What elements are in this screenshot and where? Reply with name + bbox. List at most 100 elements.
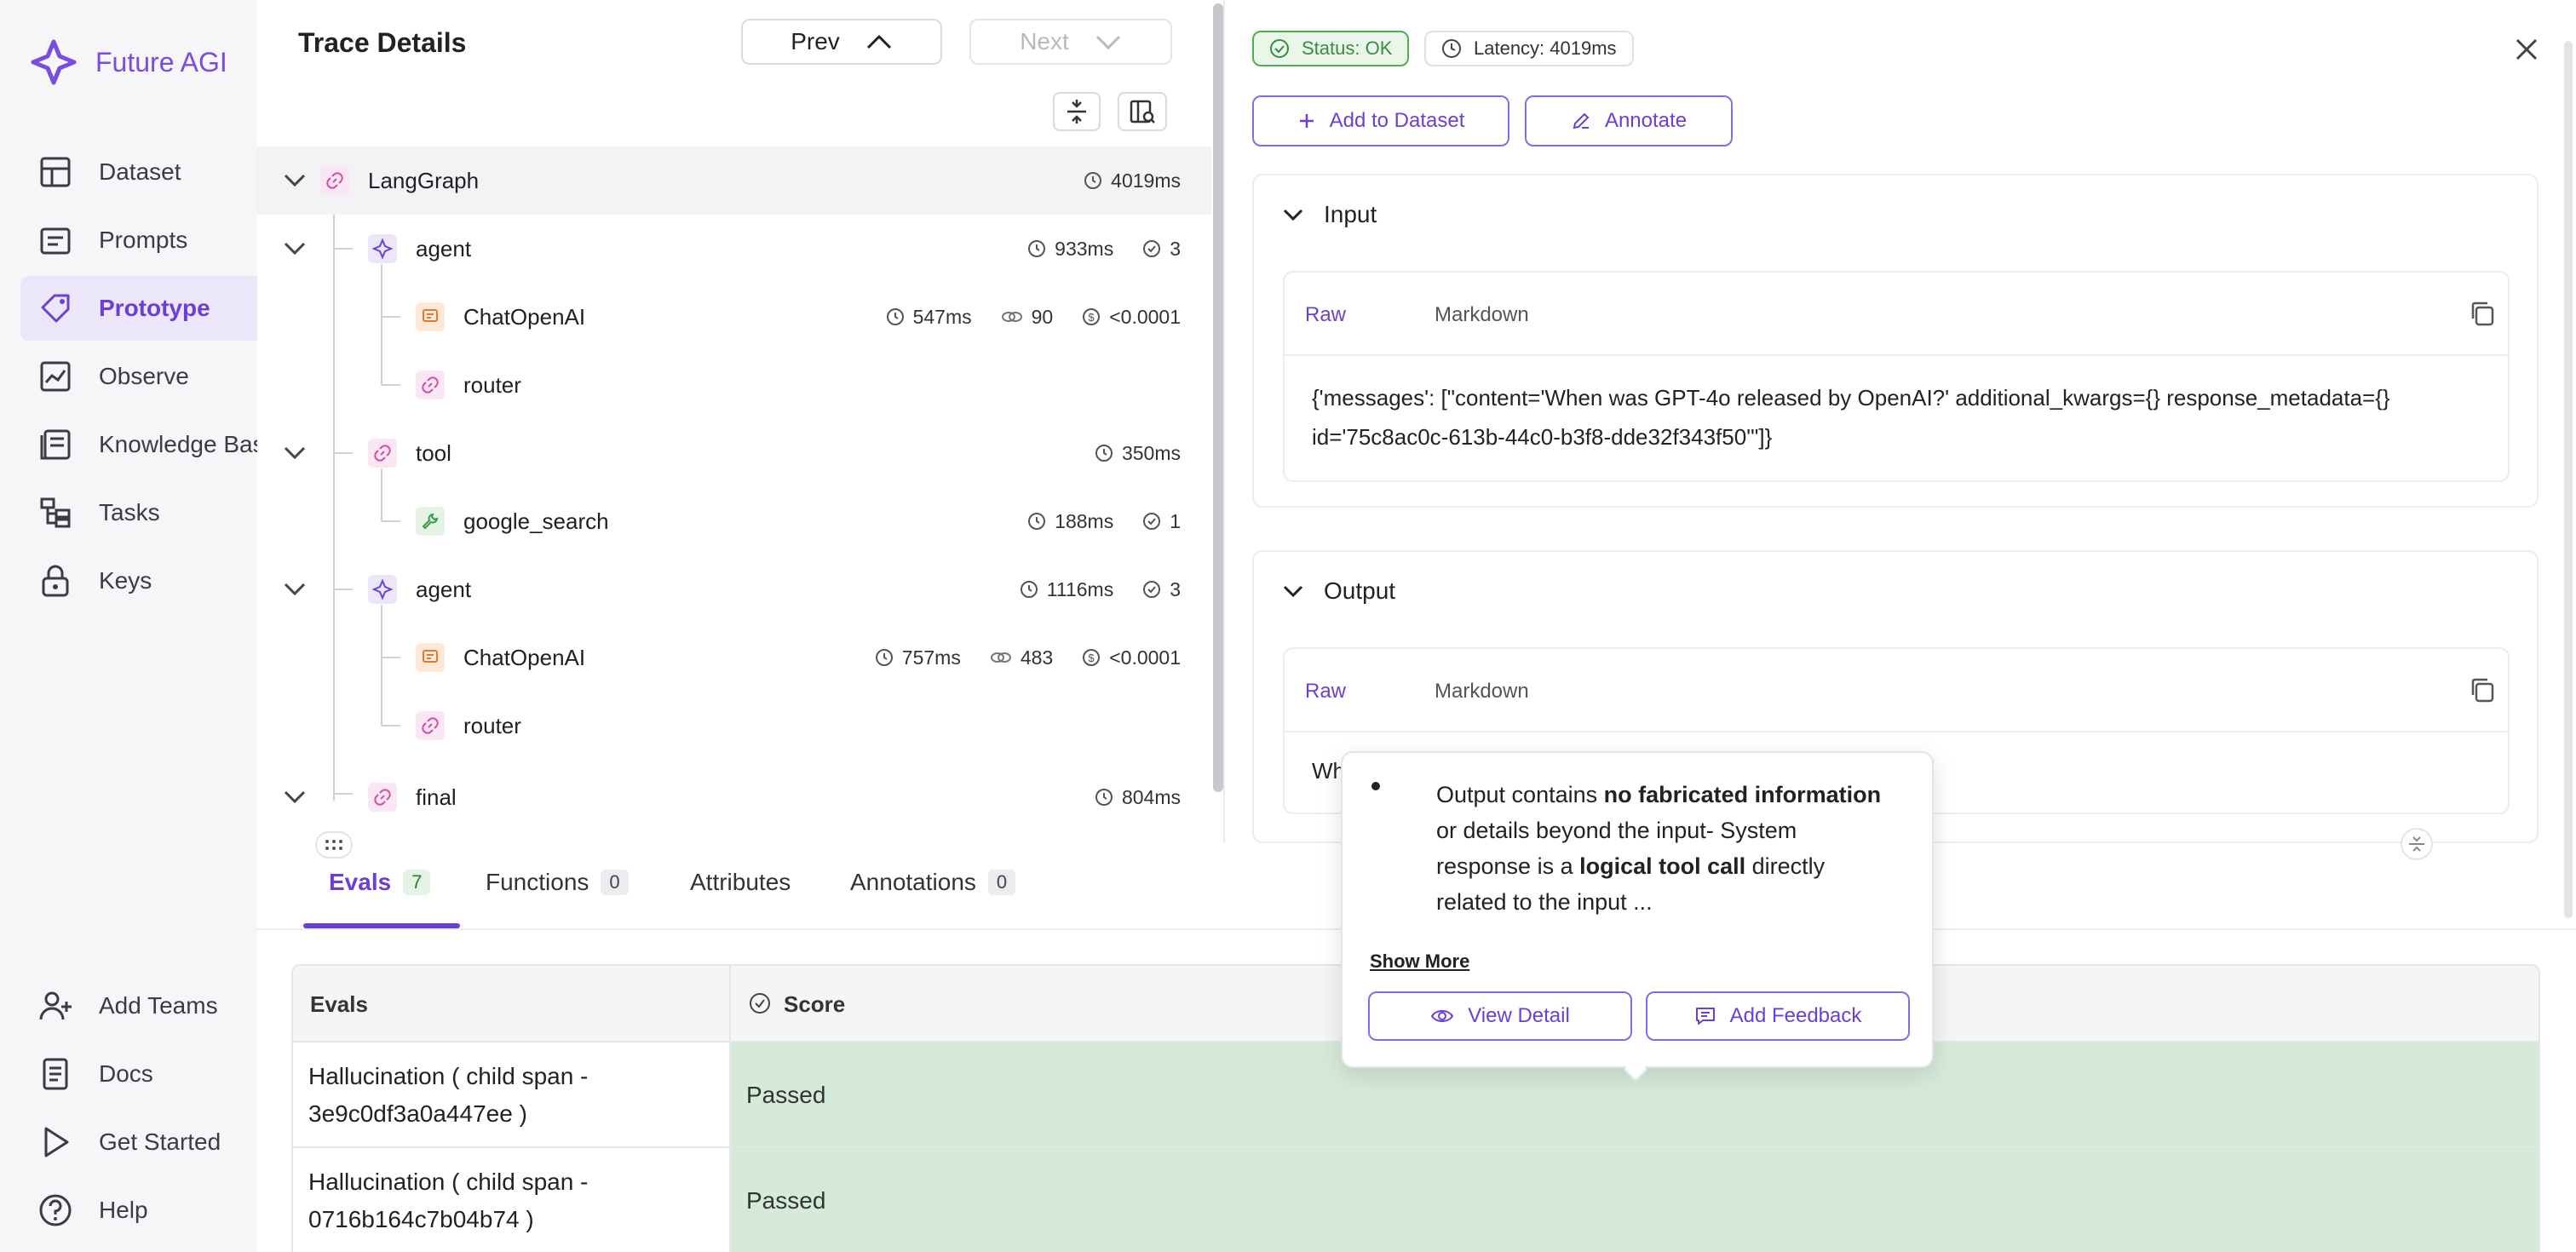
tab-attributes[interactable]: Attributes [690, 869, 791, 896]
svg-text:$: $ [1089, 652, 1095, 664]
panel-divider[interactable] [1223, 0, 1225, 843]
chevron-down-icon[interactable] [281, 439, 308, 467]
trace-row-router[interactable]: router [257, 351, 1211, 419]
tooltip-line1: Output contains [1436, 782, 1604, 807]
check-circle-icon [1143, 240, 1161, 257]
trace-row-final[interactable]: final 804ms [257, 763, 1211, 828]
nav-item-add-teams[interactable]: Add Teams [20, 973, 257, 1038]
nav-item-get-started[interactable]: Get Started [20, 1110, 257, 1174]
chain-link-icon [416, 711, 445, 740]
tab-label: Annotations [850, 869, 976, 895]
table-icon [40, 157, 71, 187]
tab-count-badge: 0 [987, 870, 1016, 895]
add-to-dataset-button[interactable]: Add to Dataset [1252, 95, 1509, 146]
view-detail-label: View Detail [1468, 1004, 1570, 1027]
input-section-header[interactable]: Input [1281, 201, 1377, 228]
tab-annotations[interactable]: Annotations 0 [850, 869, 1016, 896]
copy-icon[interactable] [2469, 300, 2496, 327]
trace-row-google-search[interactable]: google_search 188ms 1 [257, 487, 1211, 555]
chevron-down-icon [1283, 209, 1303, 221]
add-feedback-label: Add Feedback [1729, 1004, 1862, 1027]
resize-handle[interactable] [315, 831, 353, 859]
close-icon[interactable] [2513, 36, 2540, 63]
nav-item-docs[interactable]: Docs [20, 1042, 257, 1106]
trace-row-tool[interactable]: tool 350ms [257, 419, 1211, 487]
clock-icon [1095, 445, 1113, 462]
collapse-icon [1067, 100, 1086, 123]
nav-label-docs: Docs [99, 1060, 153, 1087]
nav-item-dataset[interactable]: Dataset [20, 140, 257, 204]
tab-markdown[interactable]: Markdown [1435, 303, 1529, 327]
view-detail-button[interactable]: View Detail [1368, 991, 1632, 1041]
span-latency: 804ms [1121, 785, 1181, 808]
dollar-icon: $ [1083, 649, 1101, 666]
span-latency: 188ms [1055, 509, 1114, 532]
span-name: ChatOpenAI [463, 644, 586, 670]
clock-icon [1028, 513, 1046, 530]
tab-raw[interactable]: Raw [1305, 680, 1346, 704]
collapse-panel-button[interactable] [2401, 828, 2433, 860]
span-latency: 4019ms [1111, 169, 1181, 192]
chevron-down-icon[interactable] [281, 576, 308, 603]
drag-handle-icon [325, 840, 342, 850]
span-latency: 547ms [912, 305, 972, 328]
input-text: {'messages': ["content='When was GPT-4o … [1312, 385, 2390, 450]
prev-button[interactable]: Prev [741, 19, 942, 65]
nav-item-keys[interactable]: Keys [20, 548, 257, 613]
tab-label: Functions [486, 869, 589, 895]
chevron-down-icon[interactable] [281, 784, 308, 811]
status-text: Status: OK [1302, 37, 1393, 59]
chevron-down-icon [1283, 585, 1303, 598]
nav-item-knowledge-base[interactable]: Knowledge Base [20, 412, 257, 477]
tree-scrollbar[interactable] [1213, 3, 1223, 792]
trace-row-agent[interactable]: agent 933ms 3 [257, 215, 1211, 283]
clock-icon [886, 308, 904, 325]
span-name: ChatOpenAI [463, 303, 586, 330]
nav-item-observe[interactable]: Observe [20, 344, 257, 409]
nav-item-prototype[interactable]: Prototype [20, 276, 257, 341]
brand[interactable]: Future AGI [31, 39, 227, 85]
copy-icon[interactable] [2469, 676, 2496, 704]
chevron-down-icon[interactable] [281, 167, 308, 194]
book-icon [40, 429, 71, 460]
prompt-list-icon [40, 227, 71, 255]
tab-markdown[interactable]: Markdown [1435, 680, 1529, 704]
span-latency: 1116ms [1046, 577, 1114, 600]
trace-details-title: Trace Details [298, 27, 467, 58]
tooltip-line3: response is a [1436, 853, 1580, 879]
annotate-button[interactable]: Annotate [1525, 95, 1733, 146]
nav-item-prompts[interactable]: Prompts [20, 208, 257, 273]
trace-row-chatopenai[interactable]: ChatOpenAI 547ms 90 $ <0.0001 [257, 283, 1211, 351]
add-feedback-button[interactable]: Add Feedback [1646, 991, 1910, 1041]
nav-label-help: Help [99, 1197, 148, 1223]
trace-row-langgraph[interactable]: LangGraph 4019ms [257, 146, 1211, 215]
collapse-all-button[interactable] [1053, 92, 1101, 131]
output-section-header[interactable]: Output [1281, 577, 1395, 605]
span-name: agent [416, 235, 472, 261]
score-cell-passed[interactable]: Passed [731, 1148, 2539, 1252]
trace-row-agent[interactable]: agent 1116ms 3 [257, 555, 1211, 623]
eval-name: Hallucination ( child span - 0716b164c7b… [308, 1169, 589, 1232]
input-content-card: Raw Markdown {'messages': ["content='Whe… [1283, 271, 2510, 482]
page-scrollbar[interactable] [2564, 41, 2573, 918]
trace-row-router[interactable]: router [257, 692, 1211, 760]
nav-item-tasks[interactable]: Tasks [20, 480, 257, 545]
active-tab-indicator [303, 923, 460, 928]
chevron-down-icon[interactable] [281, 235, 308, 262]
tooltip-line1-bold: no fabricated information [1603, 782, 1882, 807]
tab-functions[interactable]: Functions 0 [486, 869, 629, 896]
nav-item-help[interactable]: Help [20, 1178, 257, 1243]
table-row[interactable]: Hallucination ( child span - 0716b164c7b… [293, 1148, 731, 1252]
tab-raw[interactable]: Raw [1305, 303, 1346, 327]
next-button[interactable]: Next [969, 19, 1172, 65]
header-label: Score [784, 991, 846, 1017]
brand-name: Future AGI [95, 46, 227, 78]
agent-sparkle-icon [368, 575, 397, 604]
tab-evals[interactable]: Evals 7 [329, 869, 431, 896]
add-to-dataset-label: Add to Dataset [1329, 109, 1465, 132]
show-more-link[interactable]: Show More [1370, 950, 1469, 973]
table-row[interactable]: Hallucination ( child span - 3e9c0df3a0a… [293, 1042, 731, 1148]
layout-toggle-button[interactable] [1118, 92, 1167, 131]
trace-row-chatopenai[interactable]: ChatOpenAI 757ms 483 $ <0.0001 [257, 623, 1211, 692]
llm-message-icon [416, 302, 445, 331]
